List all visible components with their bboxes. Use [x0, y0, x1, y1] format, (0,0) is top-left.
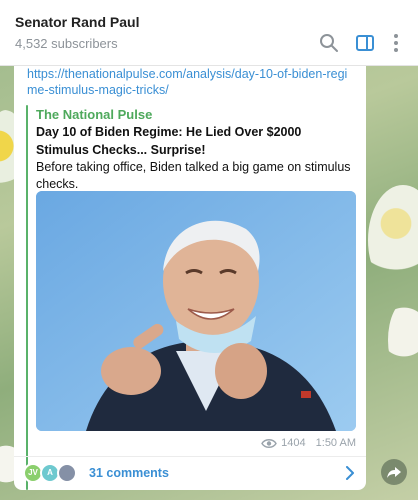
link-preview-site-name: The National Pulse	[36, 107, 153, 122]
search-icon[interactable]	[318, 32, 340, 54]
comments-count-label: 31 comments	[89, 466, 169, 480]
comments-button[interactable]: JV A 31 comments	[14, 457, 366, 490]
view-count: 1404	[281, 437, 306, 449]
post-link[interactable]: https://thenationalpulse.com/analysis/da…	[27, 66, 357, 98]
chevron-right-icon	[344, 466, 356, 480]
channel-name[interactable]: Senator Rand Paul	[15, 14, 139, 30]
post-meta: 1404 1:50 AM	[261, 437, 356, 449]
link-preview-image[interactable]	[36, 191, 356, 431]
post-time: 1:50 AM	[315, 437, 356, 449]
sidebar-toggle-icon[interactable]	[354, 32, 376, 54]
subscriber-count: 4,532 subscribers	[15, 36, 118, 51]
share-forward-icon[interactable]	[381, 459, 407, 485]
views-eye-icon	[261, 438, 277, 449]
link-preview-title: Day 10 of Biden Regime: He Lied Over $20…	[36, 125, 302, 157]
link-preview-accent-bar	[26, 105, 28, 490]
background-flower	[388, 300, 418, 380]
link-preview-description: Before taking office, Biden talked a big…	[36, 160, 351, 191]
channel-header: Senator Rand Paul 4,532 subscribers	[0, 0, 418, 66]
more-vertical-icon[interactable]	[385, 32, 407, 54]
message-bubble: https://thenationalpulse.com/analysis/da…	[14, 60, 366, 490]
commenter-avatar	[57, 463, 77, 483]
background-flower	[368, 185, 418, 295]
